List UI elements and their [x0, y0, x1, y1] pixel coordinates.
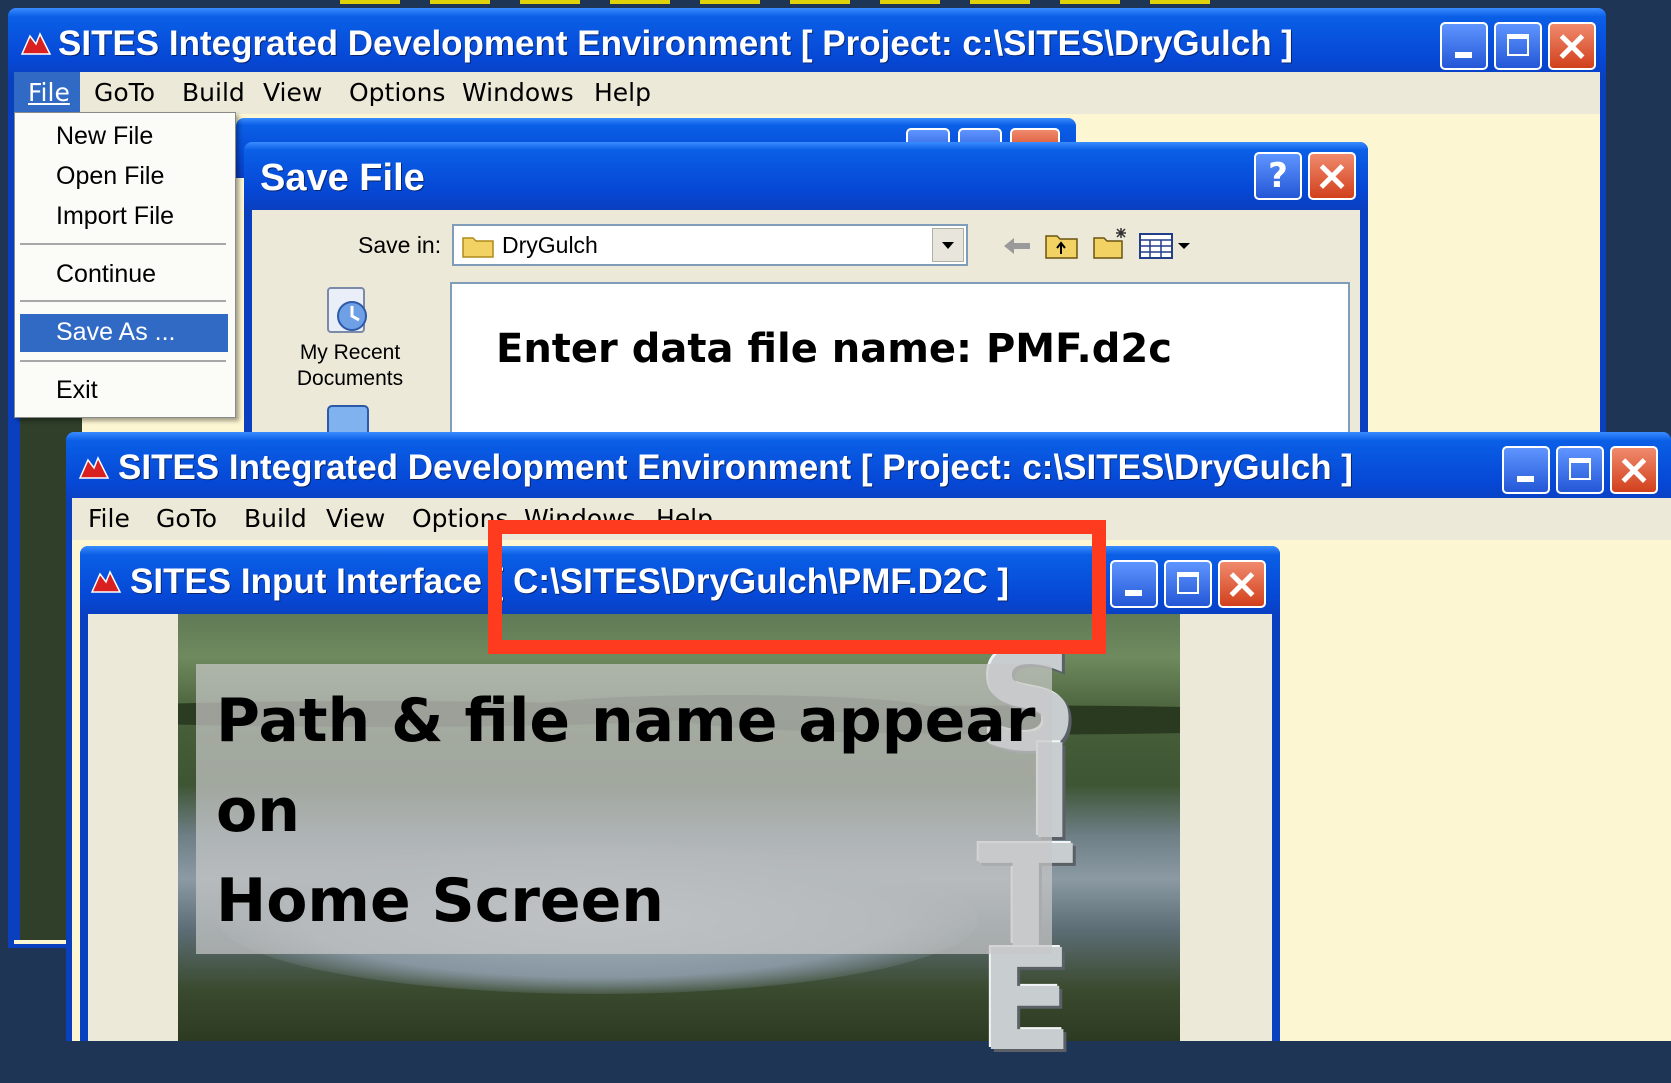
- menu-item-new-file[interactable]: New File: [56, 122, 153, 151]
- minimize-icon: [1125, 590, 1142, 597]
- menu-item-save-as-label[interactable]: Save As ...: [56, 318, 176, 347]
- save-file-dialog-titlebar[interactable]: Save File ?: [244, 142, 1368, 210]
- minimize-icon: [1517, 476, 1534, 483]
- ide-window-back-titlebar[interactable]: SITES Integrated Development Environment…: [8, 8, 1606, 80]
- minimize-button[interactable]: [1110, 560, 1158, 608]
- minimize-icon: [1455, 52, 1472, 59]
- new-folder-icon[interactable]: [1092, 226, 1130, 260]
- up-folder-icon[interactable]: [1044, 230, 1080, 260]
- save-in-value: DryGulch: [502, 232, 598, 258]
- callout-line-3: Home Screen: [216, 866, 665, 936]
- menu-file[interactable]: File: [88, 504, 130, 533]
- desktop-icon[interactable]: [324, 404, 372, 434]
- back-arrow-icon[interactable]: [1002, 234, 1032, 258]
- menu-separator: [20, 243, 226, 245]
- menu-view[interactable]: View: [263, 78, 322, 107]
- menu-item-import-file[interactable]: Import File: [56, 202, 174, 231]
- menu-goto[interactable]: GoTo: [94, 78, 155, 107]
- save-file-dialog-title: Save File: [260, 157, 425, 199]
- maximize-button[interactable]: [1164, 560, 1212, 608]
- minimize-button[interactable]: [1440, 22, 1488, 70]
- help-button[interactable]: ?: [1254, 152, 1302, 200]
- ide-window-back-title: SITES Integrated Development Environment…: [58, 24, 1293, 63]
- maximize-button[interactable]: [1494, 22, 1542, 70]
- maximize-button[interactable]: [1556, 446, 1604, 494]
- sites-app-icon: [20, 32, 52, 55]
- callout-line-2: on: [216, 776, 300, 846]
- chevron-down-icon: [942, 242, 954, 249]
- slide-title-fragment: [340, 0, 1220, 4]
- menu-build[interactable]: Build: [244, 504, 307, 533]
- close-button[interactable]: [1548, 22, 1596, 70]
- save-in-label: Save in:: [358, 232, 442, 258]
- menu-windows[interactable]: Windows: [462, 78, 574, 107]
- menu-goto[interactable]: GoTo: [156, 504, 217, 533]
- ide-window-front-title: SITES Integrated Development Environment…: [118, 448, 1353, 487]
- close-icon: [1550, 24, 1594, 68]
- minimize-button[interactable]: [1502, 446, 1550, 494]
- menu-separator: [20, 300, 226, 302]
- maximize-icon: [1568, 457, 1591, 480]
- sites-app-icon: [90, 570, 122, 593]
- menu-item-continue[interactable]: Continue: [56, 260, 156, 289]
- menu-item-open-file[interactable]: Open File: [56, 162, 164, 191]
- maximize-icon: [1506, 33, 1529, 56]
- menu-item-exit[interactable]: Exit: [56, 376, 98, 405]
- ide-window-back-menubar: File GoTo Build View Options Windows Hel…: [14, 72, 1600, 114]
- close-button[interactable]: [1610, 446, 1658, 494]
- menu-separator: [20, 360, 226, 362]
- callout-line-1: Path & file name appear: [216, 686, 1036, 756]
- close-button[interactable]: [1218, 560, 1266, 608]
- view-menu-icon[interactable]: [1138, 232, 1192, 260]
- menu-options[interactable]: Options: [349, 78, 445, 107]
- recent-documents-icon[interactable]: [322, 284, 374, 336]
- folder-icon: [462, 237, 494, 258]
- menu-view[interactable]: View: [326, 504, 385, 533]
- close-icon: [1220, 562, 1264, 606]
- path-highlight-box: [488, 520, 1106, 654]
- maximize-icon: [1176, 571, 1199, 594]
- close-icon: [1310, 154, 1354, 198]
- close-icon: [1612, 448, 1656, 492]
- menu-file-label[interactable]: File: [28, 78, 70, 107]
- ide-window-front-titlebar[interactable]: SITES Integrated Development Environment…: [66, 432, 1671, 504]
- recent-documents-label[interactable]: My Recent Documents: [288, 340, 412, 392]
- dropdown-arrow-button[interactable]: [932, 228, 964, 262]
- dialog-close-button[interactable]: [1308, 152, 1356, 200]
- menu-help[interactable]: Help: [594, 78, 651, 107]
- sites-app-icon: [78, 456, 110, 479]
- save-in-dropdown[interactable]: DryGulch: [452, 224, 968, 266]
- menu-build[interactable]: Build: [182, 78, 245, 107]
- help-icon: ?: [1268, 156, 1288, 196]
- enter-filename-callout: Enter data file name: PMF.d2c: [496, 326, 1172, 372]
